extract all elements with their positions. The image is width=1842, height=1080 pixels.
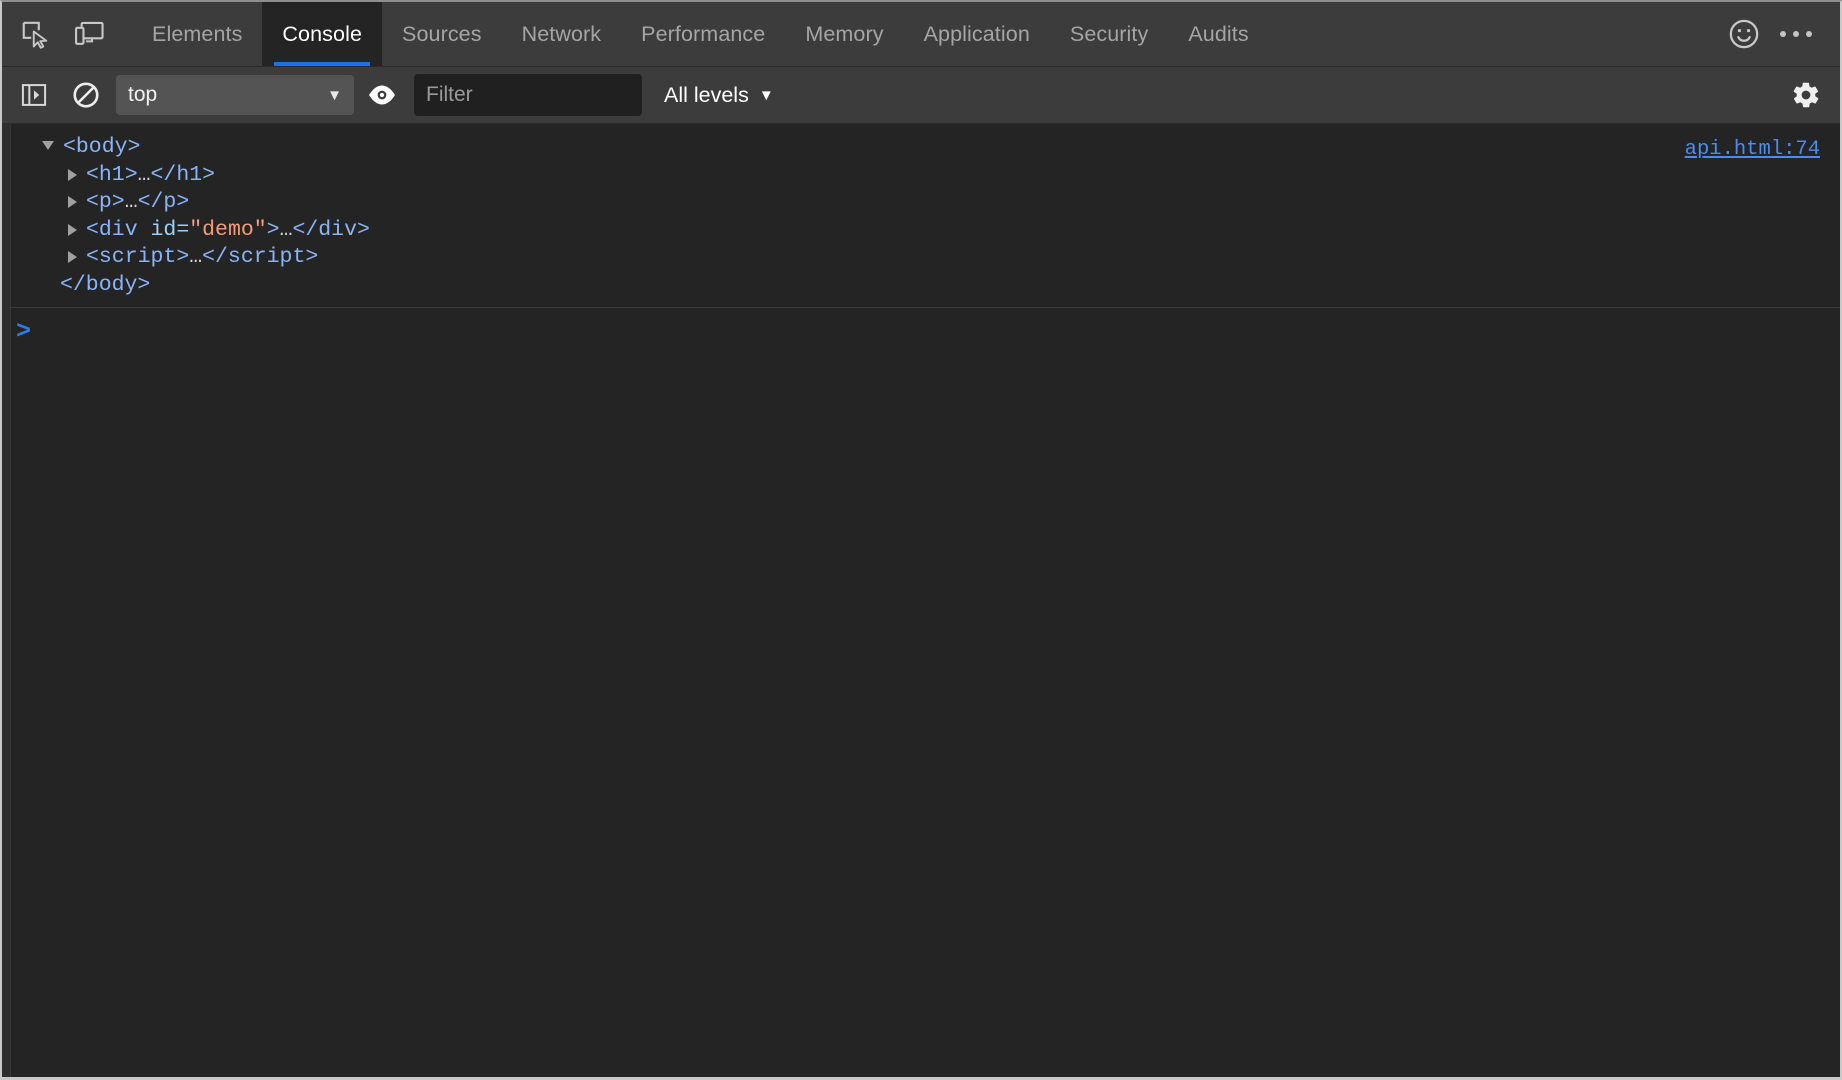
code-token-attr-name: id= <box>151 218 190 242</box>
dot <box>1806 31 1812 37</box>
code-line-text: <h1>…</h1> <box>86 162 215 190</box>
tab-label: Network <box>522 22 602 47</box>
code-token-ellipsis: … <box>125 190 138 214</box>
tab-label: Console <box>282 22 362 47</box>
execution-context-select[interactable]: top ▼ <box>116 75 354 115</box>
code-line-text: <script>…</script> <box>86 244 318 272</box>
code-token-tag: <body> <box>63 135 140 159</box>
tab-label: Security <box>1070 22 1148 47</box>
code-line-text: <p>…</p> <box>86 189 189 217</box>
chevron-down-icon: ▼ <box>327 88 342 103</box>
tab-console[interactable]: Console <box>262 2 382 66</box>
expand-triangle-closed-icon[interactable] <box>68 251 77 263</box>
execution-context-value: top <box>116 83 157 107</box>
clear-console-icon[interactable] <box>60 69 112 121</box>
chevron-down-icon: ▼ <box>759 88 774 103</box>
tabbar-actions <box>1718 2 1840 66</box>
code-token-tag: </scr <box>202 245 267 269</box>
code-token-tag: <p> <box>86 190 125 214</box>
console-filter-toolbar: top ▼ All levels ▼ <box>2 67 1840 124</box>
source-link[interactable]: api.html:74 <box>1685 138 1820 161</box>
tab-list: Elements Console Sources Network Perform… <box>132 2 1269 66</box>
expand-triangle-closed-icon[interactable] <box>68 169 77 181</box>
filterbar-actions <box>1780 69 1832 121</box>
log-level-label: All levels <box>664 83 749 108</box>
tab-label: Audits <box>1188 22 1248 47</box>
code-token-ellipsis: … <box>138 163 151 187</box>
tab-label: Sources <box>402 22 482 47</box>
tab-label: Memory <box>805 22 883 47</box>
tab-sources[interactable]: Sources <box>382 2 502 66</box>
code-token-tag: <h1> <box>86 163 138 187</box>
log-level-dropdown[interactable]: All levels ▼ <box>664 83 774 108</box>
console-sidebar-toggle-icon[interactable] <box>8 69 60 121</box>
tab-application[interactable]: Application <box>904 2 1050 66</box>
tab-audits[interactable]: Audits <box>1168 2 1268 66</box>
code-line[interactable]: </body> <box>2 272 1840 300</box>
code-line[interactable]: <p>…</p> <box>2 189 1840 217</box>
console-message[interactable]: api.html:74 <body><h1>…</h1><p>…</p><div… <box>2 124 1840 307</box>
expand-triangle-closed-icon[interactable] <box>68 196 77 208</box>
expand-triangle-closed-icon[interactable] <box>68 224 77 236</box>
code-line-text: <body> <box>63 134 140 162</box>
live-expression-eye-icon[interactable] <box>356 69 408 121</box>
tab-label: Elements <box>152 22 242 47</box>
console-output-area[interactable]: api.html:74 <body><h1>…</h1><p>…</p><div… <box>2 124 1840 1077</box>
code-token-ellipsis: … <box>189 245 202 269</box>
prompt-chevron-icon: > <box>16 319 31 344</box>
code-token-tag: ipt> <box>267 245 319 269</box>
code-line-text: </body> <box>60 272 150 300</box>
code-token-tag: </h1> <box>151 163 216 187</box>
filter-input[interactable] <box>414 74 642 116</box>
tab-label: Application <box>924 22 1030 47</box>
code-token-tag: </div> <box>292 218 369 242</box>
dot <box>1793 31 1799 37</box>
code-token-attr-val: "demo" <box>189 218 266 242</box>
expand-triangle-open-icon[interactable] <box>42 141 54 150</box>
tab-network[interactable]: Network <box>502 2 622 66</box>
code-line[interactable]: <div id="demo">…</div> <box>2 217 1840 245</box>
tab-elements[interactable]: Elements <box>132 2 262 66</box>
code-token-ellipsis: … <box>280 218 293 242</box>
code-line[interactable]: <body> <box>2 134 1840 162</box>
tab-security[interactable]: Security <box>1050 2 1168 66</box>
code-token-tag: </body> <box>60 273 150 297</box>
tab-label: Performance <box>641 22 765 47</box>
inspect-element-icon[interactable] <box>8 2 62 66</box>
tab-performance[interactable]: Performance <box>621 2 785 66</box>
code-line[interactable]: <h1>…</h1> <box>2 162 1840 190</box>
devtools-tabbar: Elements Console Sources Network Perform… <box>2 2 1840 67</box>
device-toolbar-icon[interactable] <box>62 2 116 66</box>
html-node-tree[interactable]: <body><h1>…</h1><p>…</p><div id="demo">…… <box>2 134 1840 299</box>
more-options-icon[interactable] <box>1770 8 1822 60</box>
code-token-tag: > <box>267 218 280 242</box>
code-token-tag: </p> <box>138 190 190 214</box>
tab-memory[interactable]: Memory <box>785 2 903 66</box>
code-token-tag: <script> <box>86 245 189 269</box>
settings-gear-icon[interactable] <box>1780 69 1832 121</box>
code-token-tag: <div <box>86 218 151 242</box>
console-prompt-row[interactable]: > <box>2 307 1840 354</box>
devtools-window: Elements Console Sources Network Perform… <box>0 0 1842 1080</box>
code-line[interactable]: <script>…</script> <box>2 244 1840 272</box>
code-line-text: <div id="demo">…</div> <box>86 217 370 245</box>
dot <box>1780 31 1786 37</box>
smiley-face-icon[interactable] <box>1718 8 1770 60</box>
